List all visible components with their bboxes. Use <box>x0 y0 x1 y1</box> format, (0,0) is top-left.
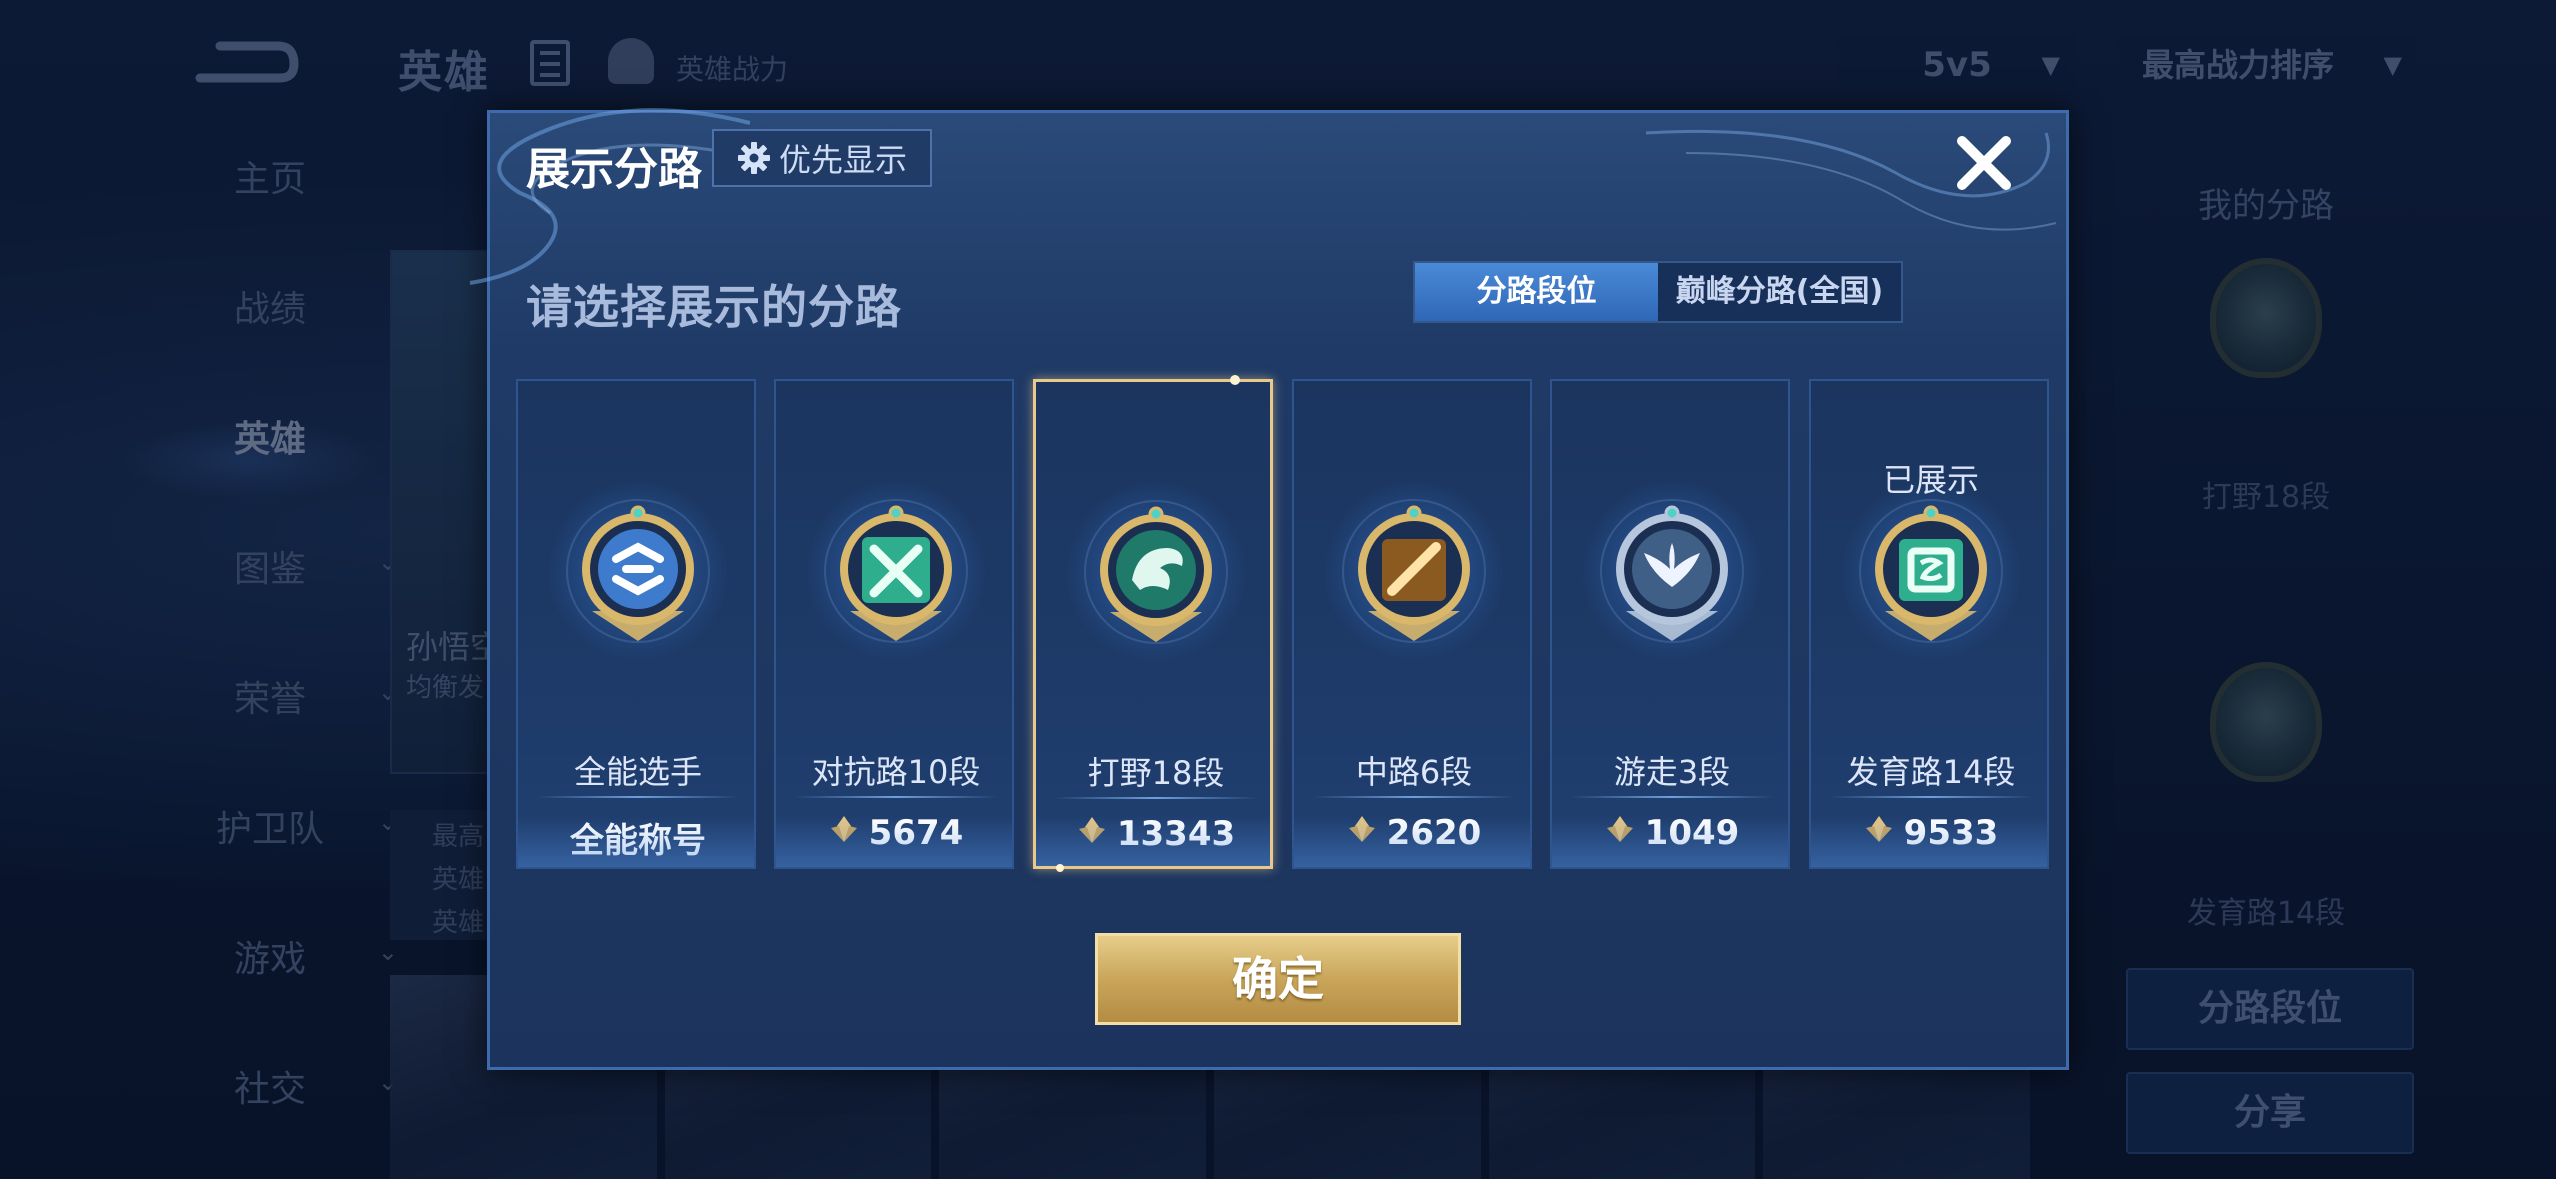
jungle-badge-icon <box>1088 504 1224 648</box>
rank-type-tabs: 分路段位 巅峰分路(全国) <box>1413 261 1903 323</box>
card-divider <box>794 796 998 798</box>
clash-lane-badge-icon <box>828 503 964 647</box>
lane-card-list: 全能选手全能称号对抗路10段5674打野18段13343中路6段2620游走3段… <box>516 375 2049 872</box>
card-divider <box>536 796 740 798</box>
select-lane-prompt: 请选择展示的分路 <box>526 280 902 334</box>
lane-rank-label: 中路6段 <box>1355 753 1473 791</box>
lane-card[interactable]: 打野18段13343 <box>1033 375 1273 872</box>
farm-lane-badge-icon <box>1863 503 1999 647</box>
card-divider <box>1312 796 1516 798</box>
mid-lane-badge-icon <box>1346 503 1482 647</box>
lane-card[interactable]: 全能选手全能称号 <box>516 379 756 869</box>
lane-rank-label: 全能选手 <box>573 753 702 791</box>
lane-rank-label: 打野18段 <box>1087 754 1225 792</box>
card-bottom-glow <box>1811 817 2047 867</box>
displayed-tag: 已展示 <box>1882 461 1979 499</box>
tab-lane-rank[interactable]: 分路段位 <box>1415 263 1658 321</box>
card-bottom-glow <box>1552 817 1788 867</box>
card-divider <box>1570 796 1774 798</box>
lane-card[interactable]: 对抗路10段5674 <box>774 379 1014 869</box>
priority-display-button[interactable]: 优先显示 <box>712 129 932 187</box>
lane-card[interactable]: 中路6段2620 <box>1292 379 1532 869</box>
confirm-button[interactable]: 确定 <box>1095 933 1461 1025</box>
lane-rank-label: 游走3段 <box>1613 753 1731 791</box>
close-icon <box>1957 136 2011 190</box>
card-divider <box>1829 796 2033 798</box>
lane-rank-label: 对抗路10段 <box>811 753 981 791</box>
selected-corner-dot <box>1056 864 1064 872</box>
gear-icon <box>737 142 770 174</box>
close-button[interactable] <box>1952 131 2016 195</box>
card-bottom-glow <box>518 817 754 867</box>
roam-badge-icon <box>1604 503 1740 647</box>
display-lane-dialog: 展示分路 优先显示 请选择展示的分路 分路段位 巅峰分路(全国) 全能选手 对抗… <box>469 108 2069 1070</box>
allround-badge-icon <box>570 503 706 647</box>
card-bottom-glow <box>1036 816 1270 866</box>
card-bottom-glow <box>1294 817 1530 867</box>
card-divider <box>1054 797 1258 799</box>
lane-rank-label: 发育路14段 <box>1846 753 2016 791</box>
selected-corner-dot <box>1230 375 1240 385</box>
tab-peak-lane[interactable]: 巅峰分路(全国) <box>1658 263 1901 321</box>
card-bottom-glow <box>776 817 1012 867</box>
lane-card[interactable]: 游走3段1049 <box>1550 379 1790 869</box>
lane-card[interactable]: 已展示发育路14段9533 <box>1809 379 2049 869</box>
priority-display-label: 优先显示 <box>778 141 907 179</box>
dialog-title: 展示分路 <box>526 144 702 195</box>
